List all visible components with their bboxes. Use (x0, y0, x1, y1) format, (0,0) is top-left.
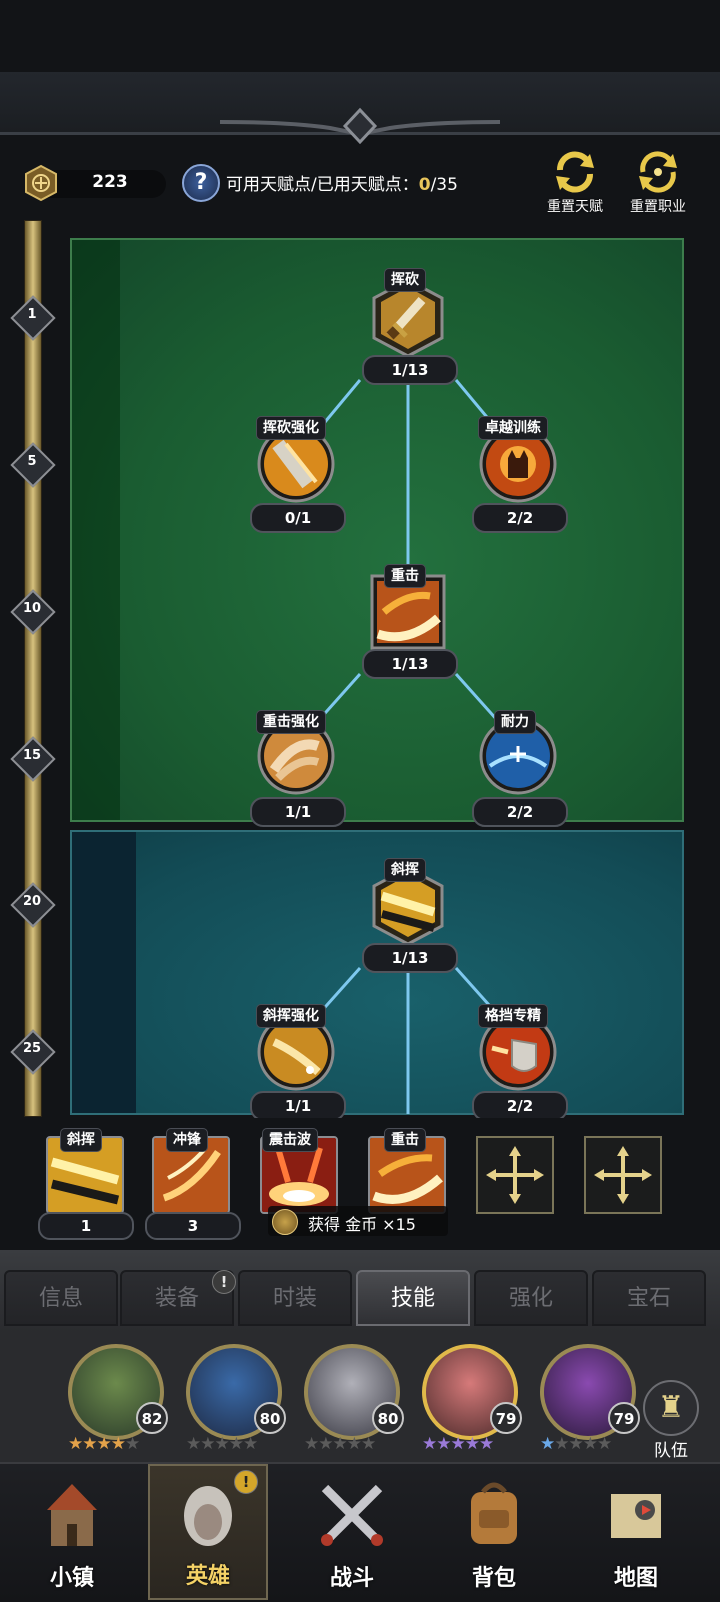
hero-level: 80 (372, 1402, 404, 1434)
move-arrows-icon (486, 1146, 544, 1204)
alert-badge-icon: ! (212, 1270, 236, 1294)
node-level: 1/1 (250, 797, 346, 827)
node-name: 斜挥强化 (256, 1004, 326, 1028)
tab-costume[interactable]: 时装 (238, 1270, 352, 1326)
chess-team-icon: ♜ (643, 1380, 699, 1436)
node-name: 格挡专精 (478, 1004, 548, 1028)
nav-town[interactable]: 小镇 (12, 1464, 132, 1600)
tab-enhance[interactable]: 强化 (474, 1270, 588, 1326)
hero-stars: ★★★★★ (68, 1434, 140, 1454)
node-level: 1/13 (362, 355, 458, 385)
team-button[interactable]: ♜ 队伍 (640, 1380, 702, 1461)
alert-badge-icon: ! (234, 1470, 258, 1494)
node-level: 2/2 (472, 797, 568, 827)
node-level: 1/13 (362, 649, 458, 679)
hero-level: 82 (136, 1402, 168, 1434)
toast-text: 获得 金币 ×15 (308, 1215, 416, 1234)
nav-label: 背包 (471, 1566, 516, 1591)
slot-name: 震击波 (262, 1128, 318, 1152)
node-level: 2/2 (472, 1091, 568, 1121)
hero-stars: ★★★★★ (186, 1434, 258, 1454)
team-label: 队伍 (654, 1441, 688, 1461)
slot-name: 斜挥 (60, 1128, 102, 1152)
talent-connectors (308, 379, 508, 1114)
slot-name: 冲锋 (166, 1128, 208, 1152)
node-name: 重击 (384, 564, 426, 588)
node-level: 1/1 (250, 1091, 346, 1121)
node-name: 挥砍 (384, 268, 426, 292)
node-name: 耐力 (494, 710, 536, 734)
node-level: 1/13 (362, 943, 458, 973)
node-name: 斜挥 (384, 858, 426, 882)
empty-skill-slot[interactable] (476, 1136, 554, 1214)
node-level: 0/1 (250, 503, 346, 533)
nav-label: 小镇 (49, 1566, 94, 1591)
node-name: 挥砍强化 (256, 416, 326, 440)
slot-name: 重击 (384, 1128, 426, 1152)
slot-count: 3 (145, 1212, 241, 1240)
node-level: 2/2 (472, 503, 568, 533)
empty-skill-slot[interactable] (584, 1136, 662, 1214)
node-name: 重击强化 (256, 710, 326, 734)
hero-stars: ★★★★★ (540, 1434, 612, 1454)
hero-level: 79 (608, 1402, 640, 1434)
hero-stars: ★★★★★ (422, 1434, 494, 1454)
crossed-swords-icon (321, 1484, 383, 1546)
slot-count: 1 (38, 1212, 134, 1240)
tab-info[interactable]: 信息 (4, 1270, 118, 1326)
move-arrows-icon (594, 1146, 652, 1204)
tab-skills[interactable]: 技能 (356, 1270, 470, 1326)
nav-label: 英雄 (185, 1564, 230, 1589)
reward-toast: 获得 金币 ×15 (268, 1206, 448, 1236)
gold-coin-icon (272, 1209, 298, 1235)
backpack-icon (471, 1482, 517, 1544)
nav-backpack[interactable]: 背包 (434, 1464, 554, 1600)
town-icon (47, 1484, 97, 1546)
nav-battle[interactable]: 战斗 (292, 1464, 412, 1600)
nav-map[interactable]: 地图 (576, 1464, 696, 1600)
node-name: 卓越训练 (478, 416, 548, 440)
hero-level: 79 (490, 1402, 522, 1434)
map-scroll-icon (611, 1494, 661, 1538)
hero-level: 80 (254, 1402, 286, 1434)
nav-label: 战斗 (329, 1566, 374, 1591)
tab-gems[interactable]: 宝石 (592, 1270, 706, 1326)
hero-stars: ★★★★★ (304, 1434, 376, 1454)
nav-label: 地图 (613, 1566, 658, 1591)
